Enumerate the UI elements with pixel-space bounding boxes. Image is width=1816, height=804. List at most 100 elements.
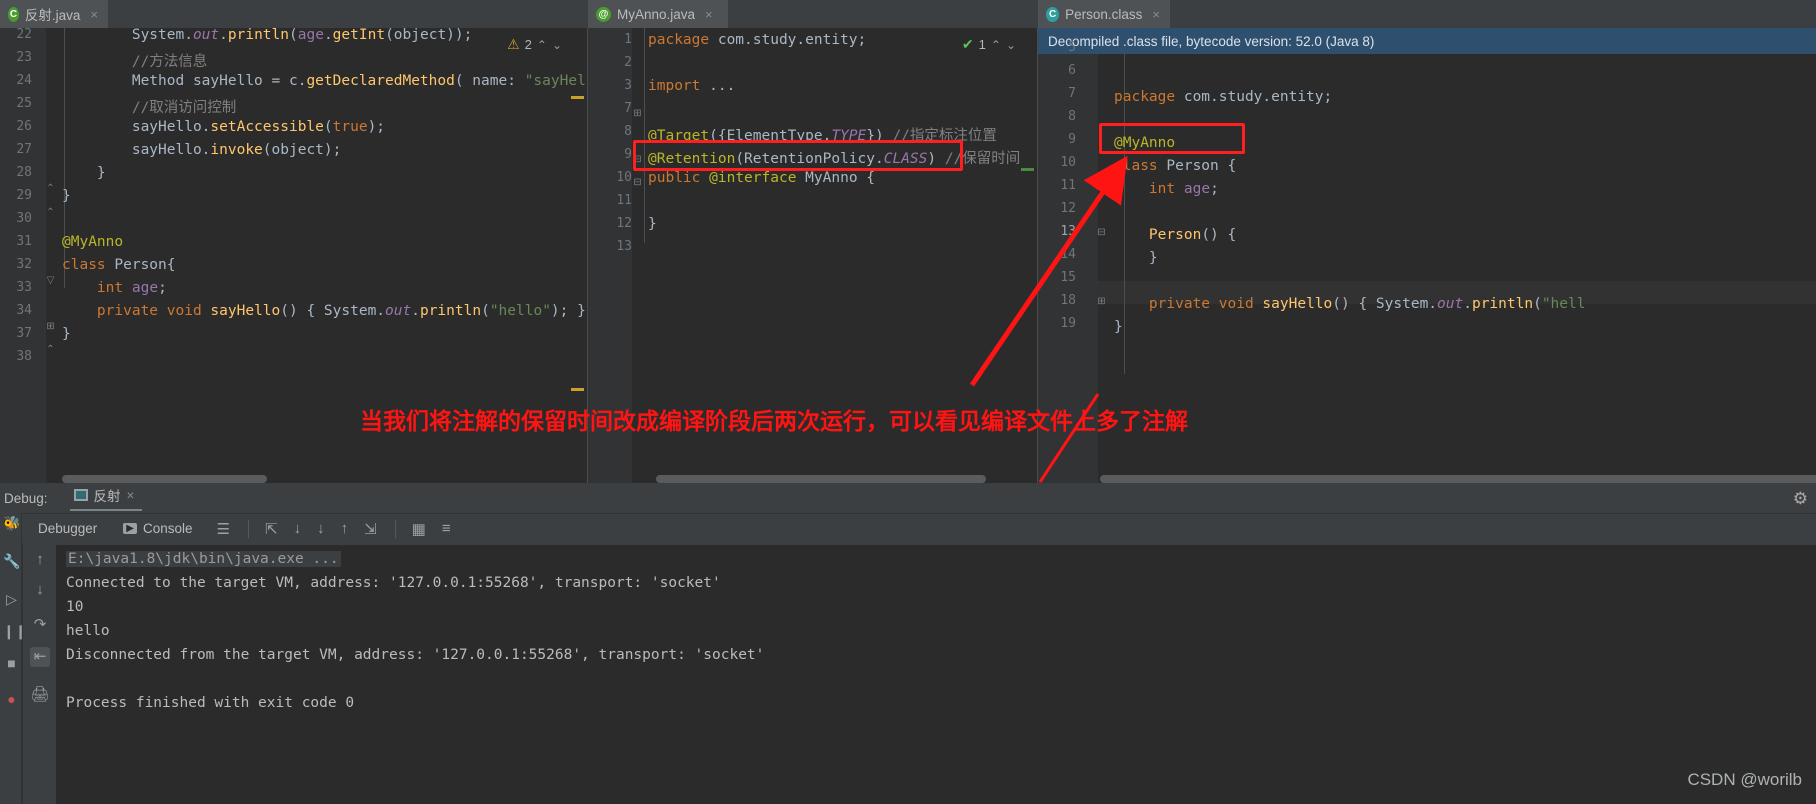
hscroll-thumb-mid[interactable] <box>656 475 986 483</box>
hscroll-thumb-left[interactable] <box>62 475 267 483</box>
code-line[interactable]: private void sayHello() { System.out.pri… <box>1114 296 1586 312</box>
tab-person-class[interactable]: C Person.class × <box>1038 0 1170 28</box>
check-icon: ✔ <box>961 36 974 52</box>
code-line[interactable]: } <box>1114 319 1123 335</box>
inspection-widget-mid[interactable]: ✔ 1 ⌃ ⌄ <box>962 36 1016 53</box>
fold-marker[interactable]: ⌃ <box>45 345 56 356</box>
gear-icon[interactable]: ⚙ <box>1793 489 1808 509</box>
step-over-icon[interactable]: ⇱ <box>265 520 278 538</box>
bug-icon[interactable]: 🐝 <box>3 515 20 532</box>
console-line: Disconnected from the target VM, address… <box>66 647 765 663</box>
run-to-cursor-icon[interactable]: ⇲ <box>364 520 377 538</box>
code-line[interactable]: sayHello.setAccessible(true); <box>62 119 385 135</box>
evaluate-icon[interactable]: ▦ <box>412 520 426 538</box>
scroll-to-end-icon[interactable]: ⇤ <box>30 647 50 667</box>
fold-marker[interactable]: ⊟ <box>1096 228 1107 239</box>
code-line[interactable]: //取消访问控制 <box>62 96 236 117</box>
code-line[interactable]: int age; <box>1114 181 1219 197</box>
force-step-into-icon[interactable]: ↓ <box>317 520 325 537</box>
step-into-icon[interactable]: ↓ <box>294 520 302 537</box>
layout-icon[interactable]: ☰ <box>217 520 230 538</box>
down-icon[interactable]: ↓ <box>30 581 50 601</box>
console-line: Process finished with exit code 0 <box>66 695 355 711</box>
code-line[interactable]: //方法信息 <box>62 50 207 71</box>
debug-header: Debug: 反射 × ⚙ <box>0 483 1816 513</box>
line-number: 11 <box>616 193 632 208</box>
debug-tool-window: Debug: 反射 × ⚙ Debugger ▶ Console ☰ ⇱ ↓ ↓… <box>0 483 1816 804</box>
console-icon: ▶ <box>123 523 137 534</box>
ok-count: 1 <box>978 37 986 52</box>
ruler-marker-warning[interactable] <box>571 388 584 391</box>
watermark: CSDN @worilb <box>1687 770 1802 789</box>
code-line[interactable]: System.out.println(age.getInt(object)); <box>62 28 473 43</box>
line-number: 10 <box>1060 155 1076 170</box>
console-output[interactable]: E:\java1.8\jdk\bin\java.exe ... Connected… <box>56 545 1816 804</box>
line-number: 7 <box>624 101 632 116</box>
step-out-icon[interactable]: ↑ <box>341 520 349 537</box>
soft-wrap-icon[interactable]: ↷ <box>30 615 50 635</box>
ruler-marker-warning[interactable] <box>571 96 584 99</box>
code-line[interactable]: @MyAnno <box>62 234 123 250</box>
pause-icon[interactable]: ❙❙ <box>3 623 26 640</box>
line-number: 24 <box>16 73 32 88</box>
up-icon[interactable]: ↑ <box>30 551 50 571</box>
console-line: E:\java1.8\jdk\bin\java.exe ... <box>66 551 341 567</box>
line-number: 32 <box>16 257 32 272</box>
tab-fanshe-java[interactable]: C 反射.java × <box>0 0 108 28</box>
wrench-icon[interactable]: 🔧 <box>3 553 20 570</box>
code-line[interactable]: int age; <box>62 280 167 296</box>
fold-marker[interactable]: ⊞ <box>632 109 643 120</box>
hscroll-thumb-right[interactable] <box>1100 475 1816 483</box>
code-line[interactable]: class Person{ <box>62 257 176 273</box>
code-line[interactable]: import ... <box>648 78 735 94</box>
chevron-down-icon[interactable]: ⌄ <box>552 38 562 52</box>
code-line[interactable]: @MyAnno <box>1114 135 1175 151</box>
code-line[interactable]: sayHello.invoke(object); <box>62 142 342 158</box>
warning-count: 2 <box>524 37 532 52</box>
code-line[interactable]: private void sayHello() { System.out.pri… <box>62 303 586 319</box>
fold-marker[interactable]: ⌃ <box>45 208 56 219</box>
tab-debugger[interactable]: Debugger <box>38 521 97 536</box>
code-line[interactable]: Method sayHello = c.getDeclaredMethod( n… <box>62 73 588 89</box>
code-line[interactable]: class Person { <box>1114 158 1236 174</box>
code-area-right[interactable]: package com.study.entity; @MyAnno class Pe… <box>1098 54 1816 483</box>
code-line[interactable]: Person() { <box>1114 227 1236 243</box>
chevron-down-icon[interactable]: ⌄ <box>1006 38 1016 52</box>
ruler-marker-ok[interactable] <box>1021 168 1034 171</box>
line-number: 9 <box>624 147 632 162</box>
close-icon[interactable]: × <box>90 7 98 22</box>
code-line[interactable]: @Target({ElementType.TYPE}) //指定标注位置 <box>648 124 997 145</box>
chevron-up-icon[interactable]: ⌃ <box>991 38 1001 52</box>
chevron-up-icon[interactable]: ⌃ <box>537 38 547 52</box>
fold-marker[interactable]: ⊞ <box>1096 297 1107 308</box>
close-icon[interactable]: × <box>1152 7 1160 22</box>
tab-myanno-java[interactable]: @ MyAnno.java × <box>588 0 728 28</box>
print-icon[interactable]: 🖨 <box>30 685 50 705</box>
line-number: 2 <box>624 55 632 70</box>
stop-icon[interactable]: ■ <box>3 655 20 672</box>
code-line[interactable]: package com.study.entity; <box>648 32 866 48</box>
mute-breakpoints-icon[interactable]: ≡ <box>442 520 451 537</box>
code-line[interactable]: } <box>1114 250 1158 266</box>
inspection-widget-left[interactable]: ⚠ 2 ⌃ ⌄ <box>507 36 562 53</box>
code-line[interactable]: } <box>648 216 657 232</box>
resume-icon[interactable]: ▷ <box>3 591 20 608</box>
debug-session-tab[interactable]: 反射 × <box>69 485 143 511</box>
fold-marker[interactable]: ▽ <box>45 276 56 287</box>
fold-marker[interactable]: ⌃ <box>45 184 56 195</box>
fold-marker[interactable]: ⊞ <box>45 322 56 333</box>
fold-marker[interactable]: ⊟ <box>632 155 643 166</box>
code-line[interactable]: } <box>62 188 71 204</box>
code-line[interactable]: public @interface MyAnno { <box>648 170 875 186</box>
line-number: 8 <box>624 124 632 139</box>
breakpoint-icon[interactable]: ● <box>3 691 20 708</box>
close-icon[interactable]: × <box>705 7 713 22</box>
code-line[interactable]: } <box>62 165 106 181</box>
line-number: 15 <box>1060 270 1076 285</box>
close-icon[interactable]: × <box>127 488 135 503</box>
tab-console[interactable]: ▶ Console <box>123 521 193 536</box>
code-line[interactable]: } <box>62 326 71 342</box>
code-line[interactable]: package com.study.entity; <box>1114 89 1332 105</box>
code-line[interactable]: @Retention(RetentionPolicy.CLASS) //保留时间 <box>648 147 1020 168</box>
fold-marker[interactable]: ⊟ <box>632 178 643 189</box>
